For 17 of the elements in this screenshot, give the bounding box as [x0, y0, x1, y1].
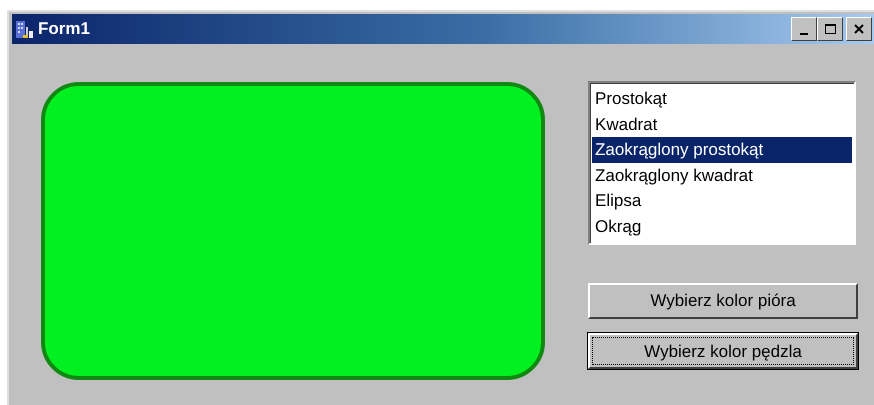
list-item[interactable]: Prostokąt — [592, 86, 852, 112]
close-icon — [854, 24, 864, 34]
close-button[interactable] — [846, 17, 872, 41]
minimize-icon — [800, 32, 808, 34]
window-title: Form1 — [38, 19, 90, 39]
maximize-button[interactable] — [817, 17, 843, 41]
shape-list[interactable]: Prostokąt Kwadrat Zaokrąglony prostokąt Zaokrąglony kwadrat Elipsa Okrąg — [588, 81, 856, 245]
color-button[interactable]: Wybierz kolor pióra — [588, 283, 858, 319]
building-icon — [15, 19, 35, 39]
list-item[interactable]: Zaokrąglony prostokąt — [592, 137, 852, 162]
list-item[interactable]: Elipsa — [592, 188, 852, 214]
list-item[interactable]: Kwadrat — [592, 112, 852, 137]
maximize-icon — [824, 24, 836, 34]
minimize-button[interactable] — [791, 17, 817, 41]
list-item[interactable]: Okrąg — [592, 214, 852, 239]
list-item[interactable]: Zaokrąglony kwadrat — [592, 162, 852, 188]
color-button[interactable]: Wybierz kolor pędzla — [588, 333, 858, 369]
